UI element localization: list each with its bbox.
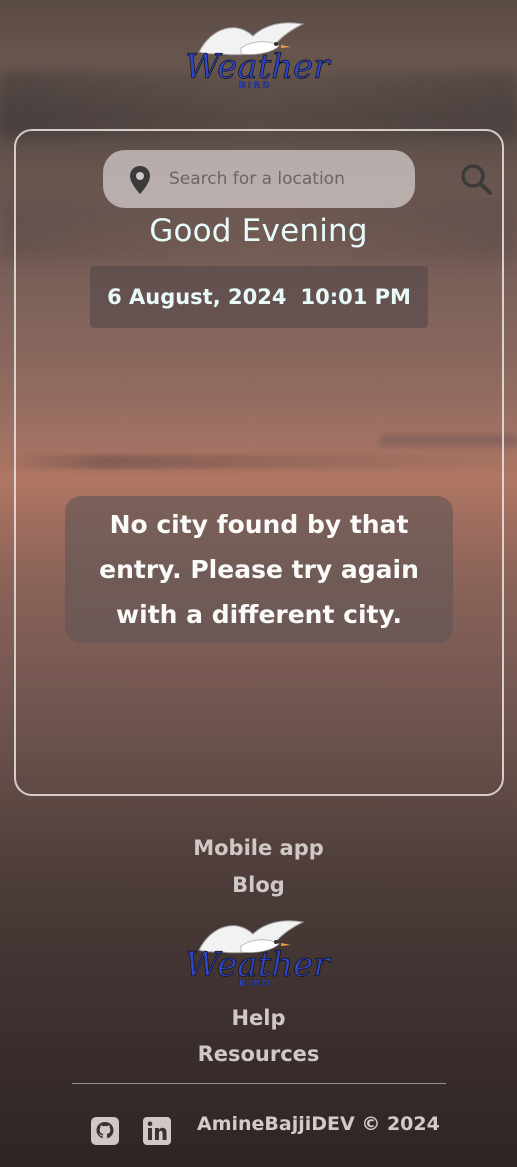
footer-link-help[interactable]: Help: [0, 1006, 517, 1030]
logo-subword: BIRD: [239, 979, 272, 988]
location-pin-icon[interactable]: [127, 165, 153, 195]
footer-link-mobile-app[interactable]: Mobile app: [0, 836, 517, 860]
bird-logo-graphic: Weather BIRD: [185, 22, 332, 91]
search-input[interactable]: [169, 164, 371, 194]
weather-bird-logo[interactable]: Weather BIRD: [181, 18, 336, 91]
linkedin-icon[interactable]: [143, 1117, 171, 1145]
current-date: 6 August, 2024: [107, 285, 287, 309]
logo-subword: BIRD: [239, 81, 272, 90]
bird-logo-graphic: Weather BIRD: [185, 920, 332, 989]
greeting-text: Good Evening: [149, 213, 368, 249]
current-time: 10:01 PM: [300, 285, 411, 309]
error-message-box: No city found by that entry. Please try …: [65, 496, 453, 643]
copyright-text: AmineBajjiDEV © 2024: [197, 1113, 440, 1135]
date-time-box: 6 August, 2024 10:01 PM: [90, 266, 428, 328]
github-icon[interactable]: [91, 1117, 119, 1145]
search-bar: [103, 150, 492, 208]
search-icon[interactable]: [459, 162, 493, 196]
footer-link-blog[interactable]: Blog: [0, 873, 517, 897]
footer-weather-bird-logo[interactable]: Weather BIRD: [181, 916, 336, 989]
footer-divider: [72, 1083, 446, 1084]
footer-link-resources[interactable]: Resources: [0, 1042, 517, 1066]
error-message: No city found by that entry. Please try …: [99, 510, 419, 629]
